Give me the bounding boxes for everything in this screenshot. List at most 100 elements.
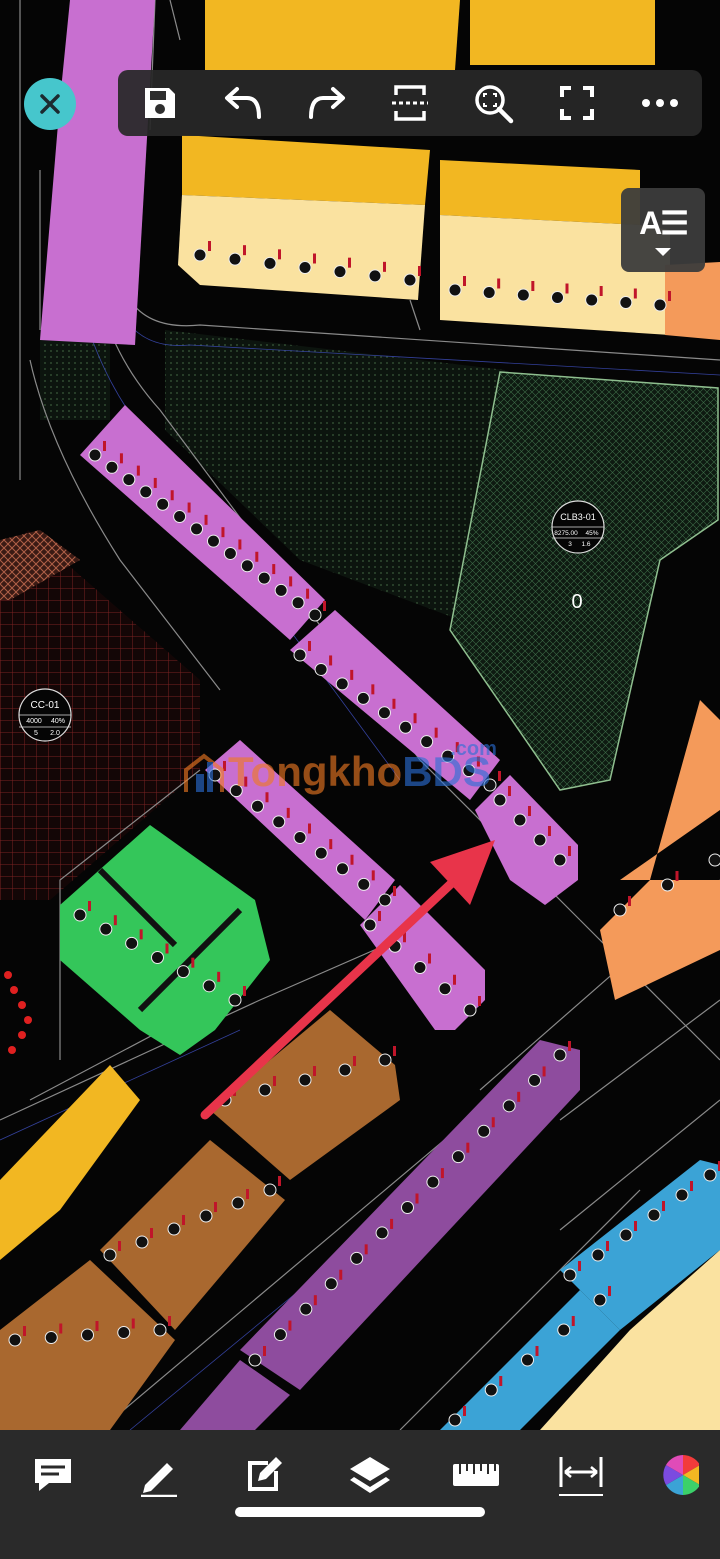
lot-marker: [619, 1228, 633, 1242]
ruler-button[interactable]: [444, 1443, 508, 1507]
pencil-button[interactable]: [127, 1443, 191, 1507]
lot-marker: [484, 1383, 498, 1397]
lot-marker: [338, 1063, 352, 1077]
lot-marker: [263, 256, 277, 270]
home-indicator[interactable]: [235, 1507, 485, 1517]
undo-icon: [225, 87, 262, 119]
setback-mark: [498, 771, 501, 781]
setback-mark: [517, 1091, 521, 1102]
redo-icon: [308, 87, 345, 119]
comment-button[interactable]: [21, 1443, 85, 1507]
setback-mark: [535, 1346, 539, 1356]
setback-mark: [243, 245, 246, 256]
setback-mark: [371, 684, 375, 695]
setback-mark: [393, 1046, 396, 1056]
lot-marker: [356, 691, 370, 705]
setback-mark: [568, 1041, 571, 1051]
yellow-lots-left: [0, 1065, 140, 1260]
setback-mark: [286, 807, 290, 818]
setback-mark: [273, 1076, 276, 1086]
club-area: 8275.00: [554, 530, 578, 537]
lot-marker: [591, 1248, 605, 1262]
lot-marker: [462, 764, 476, 778]
top-toolbar: [118, 70, 702, 136]
lot-marker: [314, 662, 328, 676]
lot-marker: [438, 982, 452, 996]
park-dotted-area: [165, 330, 505, 620]
magenta-row-3: [475, 775, 578, 905]
text-style-label: A☰: [639, 205, 689, 241]
close-button[interactable]: [24, 78, 76, 130]
club-far: 1.6: [581, 541, 590, 548]
lot-marker: [199, 1209, 213, 1223]
zoom-fit-button[interactable]: [465, 75, 521, 131]
setback-mark: [139, 929, 143, 940]
layers-button[interactable]: [338, 1443, 402, 1507]
setback-mark: [263, 1346, 266, 1356]
lot-marker: [375, 1226, 389, 1240]
lot-marker: [293, 831, 307, 844]
lot-marker: [105, 460, 119, 474]
more-icon: [642, 99, 679, 107]
lot-marker: [403, 273, 417, 287]
section-view-button[interactable]: [382, 75, 438, 131]
edit-note-button[interactable]: [232, 1443, 296, 1507]
lot-marker: [274, 583, 288, 597]
lot-marker: [122, 473, 136, 487]
fullscreen-button[interactable]: [549, 75, 605, 131]
lot-marker: [613, 903, 627, 917]
dimension-button[interactable]: [549, 1443, 613, 1507]
club-label: CLB3-01 8275.00 45% 3 1.6: [551, 500, 605, 554]
lot-marker: [335, 677, 349, 691]
lot-marker: [228, 993, 242, 1007]
club-density: 45%: [585, 530, 598, 537]
setback-mark: [313, 253, 316, 264]
lot-marker: [229, 784, 243, 798]
setback-mark: [455, 742, 459, 753]
setback-mark: [348, 257, 351, 268]
setback-mark: [497, 278, 501, 289]
setback-mark: [329, 655, 333, 666]
setback-mark: [499, 1376, 503, 1386]
color-picker-button[interactable]: [655, 1443, 700, 1507]
lot-marker: [167, 1222, 181, 1236]
cc01-far: 2.0: [50, 730, 60, 737]
lot-marker: [81, 1328, 94, 1342]
save-button[interactable]: [132, 75, 188, 131]
lot-marker: [251, 799, 264, 813]
setback-mark: [390, 1218, 394, 1229]
lot-marker: [521, 1353, 534, 1367]
setback-mark: [628, 896, 631, 906]
lot-marker: [477, 1124, 491, 1138]
setback-mark: [23, 1326, 26, 1336]
setback-mark: [634, 1221, 637, 1231]
setback-mark: [690, 1181, 693, 1191]
lot-marker: [314, 846, 328, 860]
setback-mark: [265, 792, 269, 803]
lot-marker: [99, 922, 113, 936]
text-style-button[interactable]: A☰: [621, 188, 705, 272]
undo-button[interactable]: [215, 75, 271, 131]
lot-marker: [675, 1188, 689, 1202]
lot-marker: [708, 853, 720, 867]
setback-mark: [217, 971, 221, 982]
setback-mark: [113, 915, 117, 926]
lot-marker: [206, 534, 220, 548]
setback-mark: [608, 1286, 611, 1296]
left-magenta-column: [40, 0, 155, 345]
lot-marker: [333, 265, 347, 279]
setback-mark: [243, 986, 246, 996]
save-icon: [144, 88, 175, 118]
redo-button[interactable]: [299, 75, 355, 131]
lot-marker: [516, 288, 530, 302]
cad-viewport[interactable]: CC-01 4000 40% 5 2.0 CLB3-01 8275.00 45%…: [0, 0, 720, 1430]
lot-marker: [176, 965, 190, 979]
setback-mark: [542, 1066, 546, 1077]
setback-mark: [571, 1316, 575, 1326]
cc01-density: 40%: [51, 718, 65, 725]
setback-mark: [289, 576, 293, 587]
lot-marker: [533, 833, 547, 847]
lot-marker: [357, 877, 371, 891]
lot-marker: [153, 1323, 167, 1337]
more-button[interactable]: [632, 75, 688, 131]
